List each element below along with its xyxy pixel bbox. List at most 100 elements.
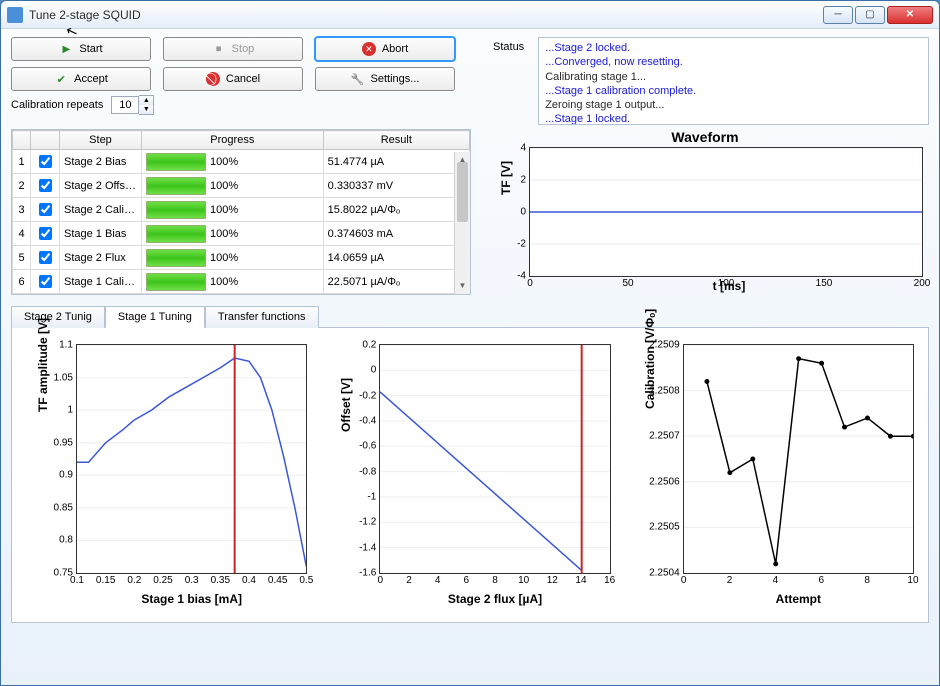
row-result: 0.330337 mV [323, 174, 469, 198]
tab-stage1-tuning[interactable]: Stage 1 Tuning [105, 306, 205, 328]
table-row[interactable]: 3 Stage 2 Calibrat 100% 15.8022 µA/Φₒ [13, 198, 470, 222]
cancel-button[interactable]: Cancel [163, 67, 303, 91]
calibration-plot[interactable]: 2.25042.25052.25062.25072.25082.25090246… [683, 344, 914, 574]
col-progress[interactable]: Progress [142, 131, 324, 150]
close-button[interactable] [887, 6, 933, 24]
row-progress: 100% [142, 198, 324, 222]
row-step: Stage 2 Flux [60, 246, 142, 270]
row-check[interactable] [31, 270, 60, 294]
wrench-icon [351, 72, 365, 86]
table-scrollbar[interactable]: ▲ ▼ [454, 152, 470, 294]
row-num: 1 [13, 150, 31, 174]
maximize-button[interactable] [855, 6, 885, 24]
col-blank[interactable] [13, 131, 31, 150]
waveform-plot[interactable]: -4-2024050100150200 [529, 147, 923, 277]
col-step[interactable]: Step [60, 131, 142, 150]
row-step: Stage 1 Bias [60, 222, 142, 246]
accept-button[interactable]: Accept [11, 67, 151, 91]
row-num: 2 [13, 174, 31, 198]
stage2flux-ylabel: Offset [V] [339, 378, 353, 432]
step-checkbox[interactable] [39, 203, 52, 216]
settings-button[interactable]: Settings... [315, 67, 455, 91]
row-check[interactable] [31, 174, 60, 198]
stop-label: Stop [232, 43, 255, 55]
step-checkbox[interactable] [39, 275, 52, 288]
repeats-input[interactable] [111, 96, 139, 114]
col-result[interactable]: Result [323, 131, 469, 150]
step-checkbox[interactable] [39, 251, 52, 264]
status-line: ...Stage 2 locked. [545, 41, 922, 55]
row-result: 14.0659 µA [323, 246, 469, 270]
cancel-label: Cancel [226, 73, 260, 85]
row-step: Stage 2 Bias [60, 150, 142, 174]
stage1bias-ylabel: TF amplitude [V] [36, 318, 50, 412]
settings-label: Settings... [371, 73, 420, 85]
repeats-label: Calibration repeats [11, 99, 103, 111]
progress-bar [146, 201, 206, 219]
scroll-down-icon[interactable]: ▼ [455, 278, 470, 294]
stage2flux-xlabel: Stage 2 flux [µA] [379, 592, 610, 606]
abort-icon [362, 42, 376, 56]
progress-bar [146, 177, 206, 195]
cancel-icon [206, 72, 220, 86]
tab-panel: TF amplitude [V] 0.750.80.850.90.9511.05… [11, 327, 929, 623]
row-check[interactable] [31, 150, 60, 174]
repeats-spinner[interactable]: ▲▼ [111, 95, 154, 115]
step-checkbox[interactable] [39, 227, 52, 240]
row-check[interactable] [31, 198, 60, 222]
stage1bias-xlabel: Stage 1 bias [mA] [76, 592, 307, 606]
row-check[interactable] [31, 246, 60, 270]
scroll-thumb[interactable] [457, 162, 468, 222]
status-box[interactable]: ...Stage 2 locked....Converged, now rese… [538, 37, 929, 125]
progress-bar [146, 249, 206, 267]
status-line: ...Stage 1 locked. [545, 112, 922, 125]
status-line: ...Converged, now resetting. [545, 55, 922, 69]
table-row[interactable]: 4 Stage 1 Bias 100% 0.374603 mA [13, 222, 470, 246]
status-label: Status [493, 41, 524, 53]
start-button[interactable]: Start [11, 37, 151, 61]
row-result: 15.8022 µA/Φₒ [323, 198, 469, 222]
status-line: Calibrating stage 1... [545, 70, 922, 84]
table-row[interactable]: 5 Stage 2 Flux 100% 14.0659 µA [13, 246, 470, 270]
table-row[interactable]: 6 Stage 1 Calibrat 100% 22.5071 µA/Φₒ [13, 270, 470, 294]
tab-bar: Stage 2 Tunig Stage 1 Tuning Transfer fu… [11, 305, 929, 327]
stage2flux-plot[interactable]: -1.6-1.4-1.2-1-0.8-0.6-0.4-0.200.2024681… [379, 344, 610, 574]
play-icon [59, 42, 73, 56]
check-icon [54, 72, 68, 86]
status-line: Zeroing stage 1 output... [545, 98, 922, 112]
tab-transfer-functions[interactable]: Transfer functions [205, 306, 319, 328]
progress-bar [146, 153, 206, 171]
stop-button[interactable]: Stop [163, 37, 303, 61]
stage1bias-plot[interactable]: 0.750.80.850.90.9511.051.10.10.150.20.25… [76, 344, 307, 574]
spinner-down[interactable]: ▼ [139, 105, 153, 114]
spinner-up[interactable]: ▲ [139, 96, 153, 105]
row-progress: 100% [142, 222, 324, 246]
row-progress: 100% [142, 246, 324, 270]
col-check[interactable] [31, 131, 60, 150]
table-row[interactable]: 2 Stage 2 Offset V 100% 0.330337 mV [13, 174, 470, 198]
step-checkbox[interactable] [39, 155, 52, 168]
tab-stage2-tuning[interactable]: Stage 2 Tunig [11, 306, 105, 328]
table-row[interactable]: 1 Stage 2 Bias 100% 51.4774 µA [13, 150, 470, 174]
row-result: 0.374603 mA [323, 222, 469, 246]
step-checkbox[interactable] [39, 179, 52, 192]
row-progress: 100% [142, 174, 324, 198]
status-line: ...Stage 1 calibration complete. [545, 84, 922, 98]
row-step: Stage 1 Calibrat [60, 270, 142, 294]
progress-bar [146, 225, 206, 243]
row-step: Stage 2 Calibrat [60, 198, 142, 222]
start-label: Start [79, 43, 102, 55]
abort-button[interactable]: Abort [315, 37, 455, 61]
stop-icon [212, 42, 226, 56]
row-num: 4 [13, 222, 31, 246]
progress-bar [146, 273, 206, 291]
window-title: Tune 2-stage SQUID [29, 8, 823, 22]
row-step: Stage 2 Offset V [60, 174, 142, 198]
row-check[interactable] [31, 222, 60, 246]
row-num: 3 [13, 198, 31, 222]
accept-label: Accept [74, 73, 108, 85]
minimize-button[interactable] [823, 6, 853, 24]
row-progress: 100% [142, 150, 324, 174]
waveform-ylabel: TF [V] [499, 161, 513, 195]
titlebar: Tune 2-stage SQUID [1, 1, 939, 29]
